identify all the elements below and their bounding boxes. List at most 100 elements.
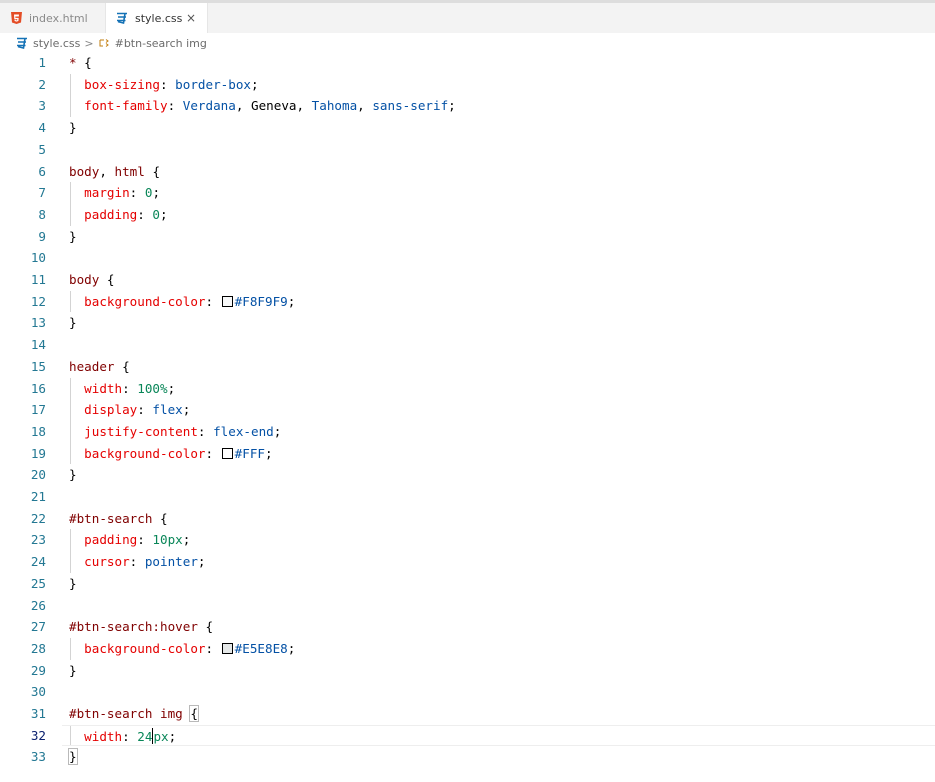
code-area[interactable]: #btn-search img { <box>62 703 935 725</box>
code-line[interactable]: 9} <box>0 226 935 248</box>
code-area[interactable]: body, html { <box>62 161 935 183</box>
breadcrumb-file[interactable]: style.css <box>33 37 80 50</box>
code-area[interactable]: body { <box>62 269 935 291</box>
line-number: 26 <box>30 597 46 613</box>
code-area[interactable] <box>62 247 935 269</box>
token-val: #E5E8E8 <box>234 640 288 656</box>
line-number: 3 <box>38 98 46 114</box>
code-line[interactable]: 15 header { <box>0 356 935 378</box>
code-area[interactable]: } <box>62 226 935 248</box>
token-prop: font-family <box>84 98 168 114</box>
code-line[interactable]: 1 * { <box>0 52 935 74</box>
code-area[interactable]: width: 24px; <box>62 724 935 747</box>
token-plain: ; <box>251 76 259 92</box>
token-val: sans-serif <box>372 98 449 114</box>
code-area[interactable]: display: flex; <box>62 399 935 421</box>
code-line[interactable]: 7 margin: 0; <box>0 182 935 204</box>
matched-bracket: } <box>68 748 78 766</box>
tab-style-css[interactable]: style.css × <box>106 3 208 33</box>
code-area[interactable]: background-color: #F8F9F9; <box>62 290 935 313</box>
code-line[interactable]: 14 <box>0 334 935 356</box>
code-line[interactable]: 2 box-sizing: border-box; <box>0 73 935 96</box>
code-text: #btn-search img { <box>69 703 199 725</box>
code-line[interactable]: 6 body, html { <box>0 161 935 183</box>
code-area[interactable]: } <box>62 464 935 486</box>
code-text: } <box>68 746 78 768</box>
color-swatch[interactable] <box>221 295 233 307</box>
code-area[interactable] <box>62 334 935 356</box>
code-area[interactable]: background-color: #FFF; <box>62 442 935 465</box>
code-line[interactable]: 11 body { <box>0 269 935 291</box>
line-number: 33 <box>30 749 46 765</box>
code-line[interactable]: 10 <box>0 247 935 269</box>
code-area[interactable]: #btn-search:hover { <box>62 616 935 638</box>
code-line[interactable]: 19 background-color: #FFF; <box>0 442 935 465</box>
code-text: } <box>69 573 77 595</box>
code-text: cursor: pointer; <box>69 551 205 573</box>
code-line[interactable]: 28 background-color: #E5E8E8; <box>0 637 935 660</box>
code-area[interactable]: } <box>62 746 935 768</box>
code-line[interactable]: 8 padding: 0; <box>0 203 935 226</box>
code-area[interactable]: width: 100%; <box>62 377 935 400</box>
code-area[interactable] <box>62 486 935 508</box>
token-sel: #btn-search <box>69 510 160 526</box>
code-text: padding: 0; <box>69 204 167 226</box>
code-area[interactable]: cursor: pointer; <box>62 551 935 573</box>
code-area[interactable] <box>62 139 935 161</box>
code-area[interactable]: * { <box>62 52 935 74</box>
code-area[interactable]: box-sizing: border-box; <box>62 73 935 96</box>
code-line[interactable]: 12 background-color: #F8F9F9; <box>0 290 935 313</box>
code-line[interactable]: 25} <box>0 573 935 595</box>
code-line[interactable]: 23 padding: 10px; <box>0 529 935 552</box>
code-line[interactable]: 5 <box>0 139 935 161</box>
code-area[interactable]: justify-content: flex-end; <box>62 420 935 443</box>
code-line[interactable]: 31 #btn-search img { <box>0 703 935 725</box>
code-line[interactable]: 22 #btn-search { <box>0 508 935 530</box>
code-line[interactable]: 27 #btn-search:hover { <box>0 616 935 638</box>
code-area[interactable]: padding: 0; <box>62 203 935 226</box>
code-line[interactable]: 21 <box>0 486 935 508</box>
code-line[interactable]: 32 width: 24px; <box>0 724 935 747</box>
color-swatch[interactable] <box>221 642 233 654</box>
code-line[interactable]: 26 <box>0 595 935 617</box>
tab-index-html[interactable]: index.html <box>0 3 106 33</box>
token-plain: : <box>205 640 221 656</box>
token-plain: { <box>84 55 92 70</box>
code-area[interactable]: } <box>62 117 935 139</box>
code-area[interactable]: } <box>62 573 935 595</box>
code-area[interactable]: background-color: #E5E8E8; <box>62 637 935 660</box>
code-line[interactable]: 30 <box>0 681 935 703</box>
code-area[interactable]: } <box>62 312 935 334</box>
token-plain: ; <box>167 380 176 396</box>
code-area[interactable]: header { <box>62 356 935 378</box>
code-area[interactable]: margin: 0; <box>62 182 935 204</box>
color-swatch[interactable] <box>221 447 233 459</box>
code-text: box-sizing: border-box; <box>69 74 259 96</box>
breadcrumb-separator: > <box>84 36 94 50</box>
code-area[interactable]: } <box>62 660 935 682</box>
code-line[interactable]: 20} <box>0 464 935 486</box>
code-line[interactable]: 18 justify-content: flex-end; <box>0 420 935 443</box>
code-line[interactable]: 16 width: 100%; <box>0 377 935 400</box>
code-area[interactable]: font-family: Verdana, Geneva, Tahoma, sa… <box>62 95 935 118</box>
code-line[interactable]: 17 display: flex; <box>0 399 935 421</box>
code-line[interactable]: 33} <box>0 746 935 768</box>
line-number: 21 <box>30 489 46 504</box>
code-area[interactable]: padding: 10px; <box>62 529 935 552</box>
close-icon[interactable]: × <box>185 11 197 25</box>
code-area[interactable] <box>62 595 935 617</box>
token-plain: ; <box>287 293 296 309</box>
code-area[interactable] <box>62 681 935 703</box>
line-number: 27 <box>30 619 46 635</box>
code-text: justify-content: flex-end; <box>69 421 281 443</box>
code-area[interactable]: #btn-search { <box>62 508 935 530</box>
line-number: 9 <box>38 228 46 244</box>
code-line[interactable]: 4} <box>0 117 935 139</box>
code-line[interactable]: 29} <box>0 660 935 682</box>
code-line[interactable]: 13} <box>0 312 935 334</box>
code-editor[interactable]: 1 * {2 box-sizing: border-box; 3 font-fami… <box>0 53 935 782</box>
breadcrumb-symbol[interactable]: #btn-search img <box>115 37 207 50</box>
code-line[interactable]: 24 cursor: pointer; <box>0 551 935 573</box>
token-plain: ; <box>168 728 177 744</box>
code-line[interactable]: 3 font-family: Verdana, Geneva, Tahoma, … <box>0 95 935 118</box>
